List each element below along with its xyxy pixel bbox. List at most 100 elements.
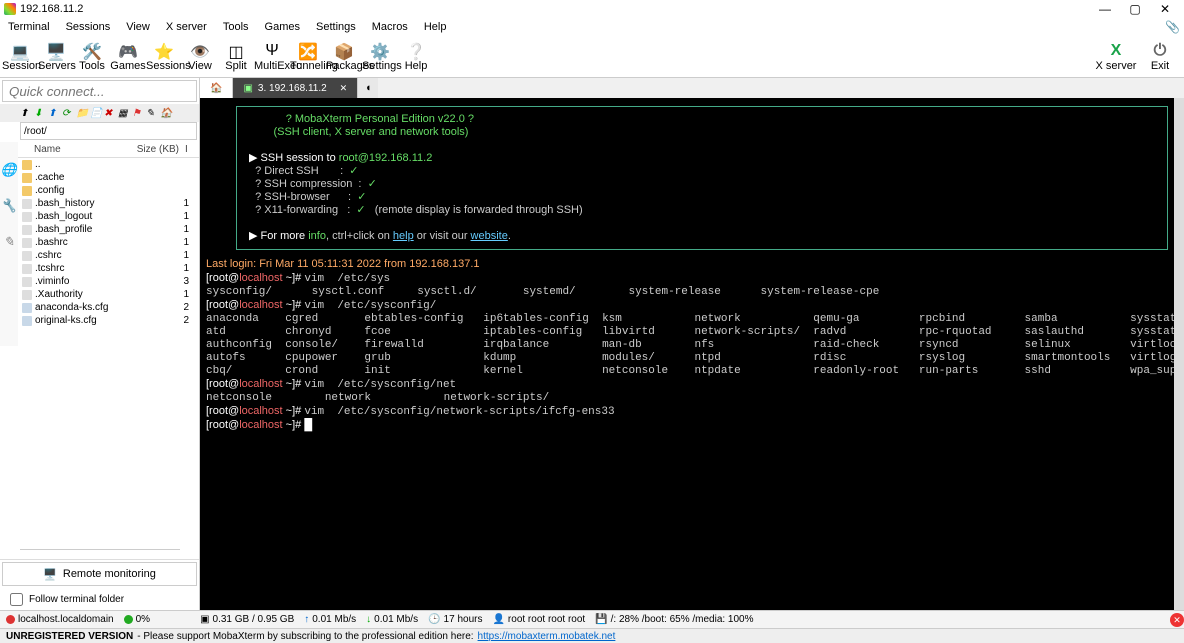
file-icon: [22, 238, 32, 248]
file-icon: [22, 264, 32, 274]
menu-view[interactable]: View: [118, 19, 158, 35]
pin-icon[interactable]: 📎: [1165, 20, 1180, 34]
file-row[interactable]: .cache: [18, 171, 199, 184]
tb-settings[interactable]: ⚙️Settings: [362, 42, 398, 72]
file-row[interactable]: original-ks.cfg2: [18, 314, 199, 327]
footer-bar: UNREGISTERED VERSION - Please support Mo…: [0, 628, 1184, 643]
follow-terminal-row[interactable]: Follow terminal folder: [0, 588, 199, 610]
follow-terminal-checkbox[interactable]: [10, 593, 23, 606]
xserver-icon: X: [1094, 42, 1138, 60]
newfile-icon[interactable]: 📄: [90, 108, 102, 119]
session-icon: 💻: [2, 42, 38, 60]
tools-icon: 🛠️: [74, 42, 110, 60]
sftp-path-input[interactable]: [20, 122, 197, 140]
globe-tab-icon[interactable]: 🌐: [1, 162, 17, 178]
home-sftp-icon[interactable]: 🏠: [160, 108, 172, 119]
tb-tunneling[interactable]: 🔀Tunneling: [290, 42, 326, 72]
file-icon: [22, 277, 32, 287]
footer-link[interactable]: https://mobaxterm.mobatek.net: [478, 631, 616, 642]
menu-tools[interactable]: Tools: [215, 19, 257, 35]
home-tab[interactable]: 🏠: [200, 78, 233, 98]
view-icon: 👁️: [182, 42, 218, 60]
session-tab[interactable]: ▣ 3. 192.168.11.2 ✕: [233, 78, 358, 98]
footer-close-icon[interactable]: ✕: [1170, 613, 1184, 627]
menu-macros[interactable]: Macros: [364, 19, 416, 35]
col-ext[interactable]: I: [185, 144, 195, 155]
file-row[interactable]: .Xauthority1: [18, 288, 199, 301]
flag-icon[interactable]: ⚑: [132, 108, 144, 119]
terminal-scrollbar[interactable]: [1174, 98, 1184, 610]
menu-x-server[interactable]: X server: [158, 19, 215, 35]
close-button[interactable]: ✕: [1150, 2, 1180, 16]
tb-multiexec[interactable]: ΨMultiExec: [254, 42, 290, 72]
tb-session[interactable]: 💻Session: [2, 42, 38, 72]
tb-servers[interactable]: 🖥️Servers: [38, 42, 74, 72]
file-row[interactable]: .bash_profile1: [18, 223, 199, 236]
status-host: localhost.localdomain: [18, 614, 114, 625]
file-row[interactable]: .viminfo3: [18, 275, 199, 288]
close-tab-icon[interactable]: ✕: [340, 83, 348, 94]
file-row[interactable]: .cshrc1: [18, 249, 199, 262]
remote-monitoring-button[interactable]: 🖥️ Remote monitoring: [2, 562, 197, 586]
edit-icon[interactable]: ✎: [146, 108, 158, 119]
tb-xserver[interactable]: XX server: [1094, 42, 1138, 72]
tb-tools[interactable]: 🛠️Tools: [74, 42, 110, 72]
grid-icon[interactable]: ▦: [118, 108, 130, 119]
col-size[interactable]: Size (KB): [135, 144, 185, 155]
footer-text: - Please support MobaXterm by subscribin…: [137, 631, 473, 642]
sftp-toolbar: ⬆ ⬇ ⬆ ⟳ 📁 📄 ✖ ▦ ⚑ ✎ 🏠: [0, 104, 199, 122]
tb-sessions[interactable]: ⭐Sessions: [146, 42, 182, 72]
status-bar: localhost.localdomain 0% ▣0.31 GB / 0.95…: [0, 610, 1184, 628]
main-toolbar: 💻Session🖥️Servers🛠️Tools🎮Games⭐Sessions👁…: [0, 36, 1184, 78]
file-icon: [22, 173, 32, 183]
up-icon[interactable]: ⬆: [20, 108, 32, 119]
upload-icon[interactable]: ⬆: [48, 108, 60, 119]
col-name[interactable]: Name: [22, 144, 135, 155]
tb-exit[interactable]: ⏻Exit: [1138, 42, 1182, 72]
menu-sessions[interactable]: Sessions: [58, 19, 119, 35]
refresh-icon[interactable]: ⟳: [62, 108, 74, 119]
file-icon: [22, 225, 32, 235]
file-row[interactable]: .bash_history1: [18, 197, 199, 210]
footer-unreg: UNREGISTERED VERSION: [6, 631, 133, 642]
file-icon: [22, 186, 32, 196]
terminal-output[interactable]: ? MobaXterm Personal Edition v22.0 ? (SS…: [200, 98, 1184, 610]
edit-tab-icon[interactable]: ✎: [4, 234, 15, 250]
maximize-button[interactable]: ▢: [1120, 2, 1150, 16]
tb-view[interactable]: 👁️View: [182, 42, 218, 72]
tools-tab-icon[interactable]: 🔧: [1, 198, 17, 214]
menu-settings[interactable]: Settings: [308, 19, 364, 35]
download-icon[interactable]: ⬇: [34, 108, 46, 119]
user-icon: 👤: [492, 614, 504, 625]
add-tab-button[interactable]: ◖: [358, 78, 378, 98]
delete-icon[interactable]: ✖: [104, 108, 116, 119]
status-user: root root root root: [508, 614, 585, 625]
session-tab-icon: ▣: [243, 83, 252, 94]
sftp-file-list[interactable]: Name Size (KB) I ...cache.config.bash_hi…: [18, 142, 199, 346]
window-title: 192.168.11.2: [20, 3, 1090, 15]
minimize-button[interactable]: —: [1090, 2, 1120, 16]
file-row[interactable]: anaconda-ks.cfg2: [18, 301, 199, 314]
tb-games[interactable]: 🎮Games: [110, 42, 146, 72]
sessions-icon: ⭐: [146, 42, 182, 60]
exit-icon: ⏻: [1138, 42, 1182, 60]
menu-games[interactable]: Games: [257, 19, 308, 35]
tb-split[interactable]: ◫Split: [218, 42, 254, 72]
file-row[interactable]: .config: [18, 184, 199, 197]
tb-packages[interactable]: 📦Packages: [326, 42, 362, 72]
servers-icon: 🖥️: [38, 42, 74, 60]
monitor-icon: 🖥️: [43, 568, 57, 581]
file-row[interactable]: ..: [18, 158, 199, 171]
quick-connect-input[interactable]: [2, 80, 197, 102]
tb-help[interactable]: ❔Help: [398, 42, 434, 72]
file-row[interactable]: .tcshrc1: [18, 262, 199, 275]
menu-help[interactable]: Help: [416, 19, 455, 35]
file-row[interactable]: .bashrc1: [18, 236, 199, 249]
host-icon: [6, 615, 15, 624]
file-icon: [22, 251, 32, 261]
menu-terminal[interactable]: Terminal: [0, 19, 58, 35]
file-row[interactable]: .bash_logout1: [18, 210, 199, 223]
down-icon: ↓: [366, 614, 371, 625]
tunneling-icon: 🔀: [290, 42, 326, 60]
newfolder-icon[interactable]: 📁: [76, 108, 88, 119]
